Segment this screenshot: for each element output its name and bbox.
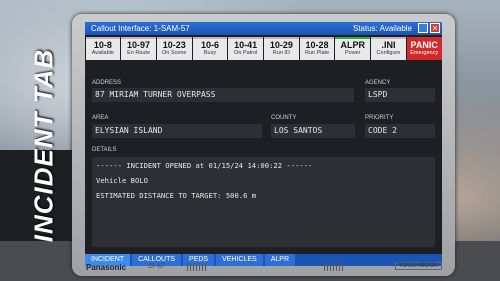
close-button[interactable]: ✕	[430, 23, 440, 33]
brand-logo: Panasonic	[86, 263, 127, 272]
status-button-10-41[interactable]: 10-41 On Patrol	[228, 37, 264, 60]
tab-vehicles[interactable]: VEHICLES	[216, 254, 263, 266]
laptop-frame: Callout Interface: 1-SAM-57 Status: Avai…	[72, 14, 455, 276]
run-id-button[interactable]: 10-29 Run ID	[264, 37, 299, 60]
details-line: Vehicle BOLO	[96, 176, 148, 185]
details-line: ESTIMATED DISTANCE TO TARGET: 500.6 m	[96, 191, 257, 200]
details-line: ------ INCIDENT OPENED at 01/15/24 14:00…	[96, 161, 313, 170]
priority-field[interactable]: CODE 2	[365, 124, 435, 138]
area-field[interactable]: ELYSIAN ISLAND	[92, 124, 262, 138]
county-label: COUNTY	[271, 115, 297, 121]
details-label: DETAILS	[92, 147, 117, 153]
agency-field[interactable]: LSPD	[365, 88, 435, 102]
minimize-button[interactable]: _	[418, 23, 428, 33]
agency-label: AGENCY	[365, 80, 391, 86]
status-button-10-8[interactable]: 10-8 Available	[85, 37, 121, 60]
speaker-grille	[324, 263, 344, 271]
address-field[interactable]: 87 MIRIAM TURNER OVERPASS	[92, 88, 354, 102]
tab-bar: INCIDENT CALLOUTS PEDS VEHICLES ALPR	[85, 254, 442, 266]
address-label: ADDRESS	[92, 80, 122, 86]
alpr-power-button[interactable]: ALPR Power	[335, 37, 371, 60]
status-button-10-23[interactable]: 10-23 On Scene	[156, 37, 192, 60]
area-label: AREA	[92, 115, 109, 121]
county-field[interactable]: LOS SANTOS	[271, 124, 355, 138]
overlay-title: INCIDENT TAB	[28, 48, 59, 243]
panic-button[interactable]: PANIC Emergency	[406, 37, 442, 60]
details-panel[interactable]: ------ INCIDENT OPENED at 01/15/24 14:00…	[92, 157, 435, 247]
window-title: Callout Interface: 1-SAM-57	[91, 24, 190, 33]
status-text: Status: Available	[352, 24, 412, 33]
laptop-screen: Callout Interface: 1-SAM-57 Status: Avai…	[85, 22, 442, 266]
series-badge: TOUGHBOOK	[395, 262, 442, 270]
speaker-grille	[187, 263, 207, 271]
model-label: CF-67	[148, 264, 165, 270]
configure-button[interactable]: .INI Configure	[371, 37, 406, 60]
priority-label: PRIORITY	[365, 115, 394, 121]
status-button-10-97[interactable]: 10-97 En Route	[121, 37, 156, 60]
status-toolbar: 10-8 Available 10-97 En Route 10-23 On Scen…	[85, 37, 442, 60]
run-plate-button[interactable]: 10-28 Run Plate	[299, 37, 335, 60]
status-button-10-6[interactable]: 10-6 Busy	[192, 37, 228, 60]
tab-alpr[interactable]: ALPR	[264, 254, 296, 266]
window-titlebar: Callout Interface: 1-SAM-57 Status: Avai…	[85, 22, 442, 35]
